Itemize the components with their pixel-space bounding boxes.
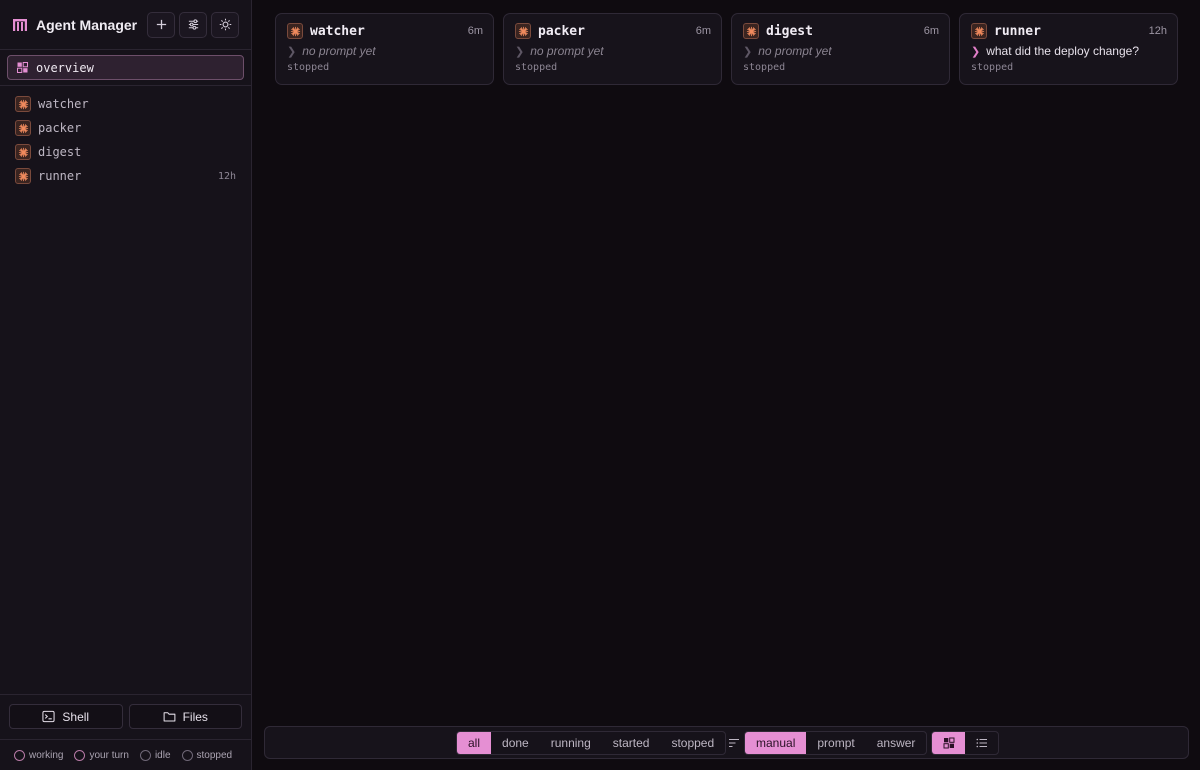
card-prompt: no prompt yet bbox=[302, 44, 376, 58]
agent-name: runner bbox=[38, 169, 82, 183]
filter-running[interactable]: running bbox=[540, 732, 602, 754]
status-legend: working your turn idle stopped bbox=[0, 739, 251, 770]
grid-icon bbox=[943, 737, 954, 749]
files-label: Files bbox=[182, 709, 208, 724]
overview-nav-item[interactable]: overview bbox=[7, 55, 244, 80]
sidebar: Agent Manager overview watcher packer di… bbox=[0, 0, 252, 770]
terminal-icon bbox=[42, 710, 55, 723]
agent-name: packer bbox=[38, 121, 82, 135]
card-age: 6m bbox=[695, 25, 711, 37]
working-status-icon bbox=[14, 750, 25, 761]
sidebar-header: Agent Manager bbox=[0, 0, 251, 50]
card-agent-name: watcher bbox=[310, 23, 365, 39]
list-icon bbox=[976, 738, 987, 748]
chevron-right-icon: ❯ bbox=[971, 45, 981, 58]
theme-toggle-button[interactable] bbox=[211, 11, 239, 38]
app-logo-icon bbox=[12, 17, 28, 33]
card-agent-name: packer bbox=[538, 23, 585, 39]
card-prompt: no prompt yet bbox=[758, 44, 832, 58]
card-age: 12h bbox=[1148, 25, 1167, 37]
agent-card-watcher[interactable]: watcher 6m ❯ no prompt yet stopped bbox=[275, 13, 494, 85]
view-mode-group bbox=[931, 731, 999, 755]
card-agent-name: digest bbox=[766, 23, 813, 39]
agent-asterisk-icon bbox=[15, 120, 31, 136]
agent-card-packer[interactable]: packer 6m ❯ no prompt yet stopped bbox=[503, 13, 722, 85]
agent-name: watcher bbox=[38, 97, 89, 111]
folder-icon bbox=[163, 712, 175, 722]
agent-card-runner[interactable]: runner 12h ❯ what did the deploy change?… bbox=[959, 13, 1178, 85]
sun-icon bbox=[219, 18, 231, 31]
shell-label: Shell bbox=[62, 709, 90, 724]
overview-label: overview bbox=[36, 60, 94, 75]
files-button[interactable]: Files bbox=[128, 704, 242, 729]
filter-done[interactable]: done bbox=[491, 732, 540, 754]
agent-asterisk-icon bbox=[15, 96, 31, 112]
sidebar-item-digest[interactable]: digest bbox=[0, 140, 251, 164]
agent-age: 12h bbox=[217, 170, 236, 182]
sidebar-item-watcher[interactable]: watcher bbox=[0, 92, 251, 116]
filter-all[interactable]: all bbox=[457, 732, 492, 754]
settings-button[interactable] bbox=[179, 11, 207, 38]
sidebar-footer: Shell Files working your turn idle stopp… bbox=[0, 694, 251, 770]
sliders-icon bbox=[188, 19, 198, 30]
card-status: stopped bbox=[971, 62, 1014, 73]
sort-manual[interactable]: manual bbox=[745, 732, 807, 754]
card-prompt: no prompt yet bbox=[530, 44, 604, 58]
card-age: 6m bbox=[467, 25, 483, 37]
card-agent-name: runner bbox=[994, 23, 1041, 39]
plus-icon bbox=[156, 19, 166, 30]
agent-cards: watcher 6m ❯ no prompt yet stopped packe… bbox=[275, 13, 1178, 85]
card-status: stopped bbox=[743, 62, 786, 73]
app-title: Agent Manager bbox=[36, 16, 138, 33]
sort-group: manual prompt answer bbox=[744, 731, 928, 755]
new-agent-button[interactable] bbox=[147, 11, 175, 38]
grid-view-button[interactable] bbox=[932, 732, 965, 754]
list-view-button[interactable] bbox=[965, 732, 998, 754]
agent-asterisk-icon bbox=[971, 23, 987, 39]
card-age: 6m bbox=[923, 25, 939, 37]
chevron-right-icon: ❯ bbox=[743, 45, 753, 58]
sort-icon bbox=[729, 738, 739, 748]
chevron-right-icon: ❯ bbox=[515, 45, 525, 58]
shell-button[interactable]: Shell bbox=[9, 704, 123, 729]
card-prompt: what did the deploy change? bbox=[986, 44, 1140, 58]
idle-status-icon bbox=[139, 750, 151, 761]
legend-working: working bbox=[14, 750, 63, 761]
chevron-right-icon: ❯ bbox=[287, 45, 297, 58]
agent-name: digest bbox=[38, 145, 82, 159]
agent-asterisk-icon bbox=[15, 144, 31, 160]
agent-card-digest[interactable]: digest 6m ❯ no prompt yet stopped bbox=[731, 13, 950, 85]
card-status: stopped bbox=[287, 62, 330, 73]
sidebar-item-runner[interactable]: runner 12h bbox=[0, 164, 251, 188]
legend-your-turn: your turn bbox=[74, 750, 129, 761]
agent-asterisk-icon bbox=[287, 23, 303, 39]
agent-list: watcher packer digest runner 12h bbox=[0, 86, 251, 188]
sidebar-item-packer[interactable]: packer bbox=[0, 116, 251, 140]
bottom-toolbar: all done running started stopped manual … bbox=[264, 726, 1189, 759]
agent-asterisk-icon bbox=[515, 23, 531, 39]
legend-idle: idle bbox=[139, 750, 171, 761]
filter-started[interactable]: started bbox=[602, 732, 661, 754]
your-turn-status-icon bbox=[74, 750, 86, 761]
filter-stopped[interactable]: stopped bbox=[660, 732, 725, 754]
card-status: stopped bbox=[515, 62, 558, 73]
legend-stopped: stopped bbox=[181, 750, 232, 761]
agent-asterisk-icon bbox=[743, 23, 759, 39]
grid-icon bbox=[17, 62, 28, 73]
agent-asterisk-icon bbox=[15, 168, 31, 184]
main-area: watcher 6m ❯ no prompt yet stopped packe… bbox=[253, 0, 1200, 770]
sort-answer[interactable]: answer bbox=[866, 732, 927, 754]
status-filter-group: all done running started stopped bbox=[456, 731, 727, 755]
stopped-status-icon bbox=[181, 750, 193, 761]
sort-prompt[interactable]: prompt bbox=[806, 732, 865, 754]
